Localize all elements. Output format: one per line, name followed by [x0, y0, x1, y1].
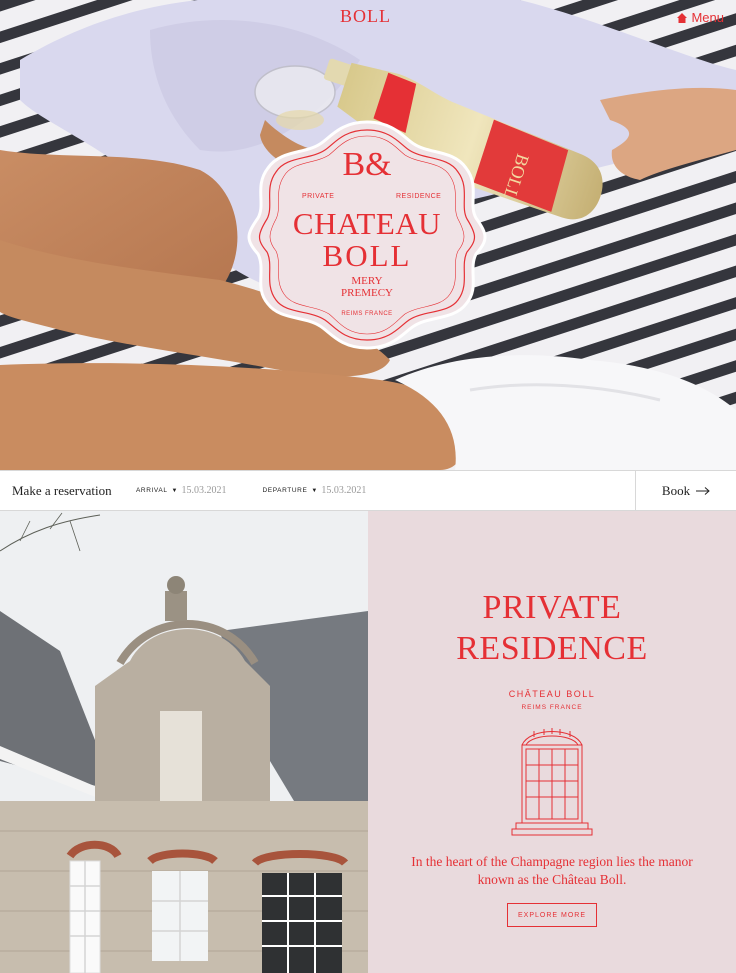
badge-location: REIMS FRANCE — [341, 311, 393, 317]
panel-location: REIMS FRANCE — [521, 704, 583, 711]
chateau-badge: B& PRIVATE RESIDENCE CHATEAU BOLL MERY P… — [244, 120, 490, 350]
private-residence-panel: PRIVATE RESIDENCE CHÂTEAU BOLL REIMS FRA… — [368, 511, 736, 973]
badge-place-line1: MERY — [351, 275, 383, 287]
badge-monogram: B& — [342, 146, 392, 183]
panel-heading-line2: RESIDENCE — [456, 630, 648, 667]
departure-label: DEPARTURE — [262, 487, 308, 494]
departure-value: 15.03.2021 — [321, 485, 367, 496]
badge-place-line2: PREMECY — [341, 286, 393, 299]
panel-heading-line1: PRIVATE — [482, 589, 622, 626]
badge-title-line1: CHATEAU — [292, 206, 442, 241]
badge-label-left: PRIVATE — [302, 193, 335, 200]
menu-button[interactable]: Menu — [677, 10, 724, 25]
panel-subtitle: CHÂTEAU BOLL — [508, 689, 596, 699]
book-button[interactable]: Book — [635, 471, 736, 510]
departure-date-picker[interactable]: DEPARTURE ▼ 15.03.2021 — [263, 485, 367, 496]
manor-photo — [0, 511, 368, 973]
home-icon — [677, 12, 688, 23]
badge-place: MERY PREMECY — [244, 275, 490, 299]
arrival-date-picker[interactable]: ARRIVAL ▼ 15.03.2021 — [136, 485, 227, 496]
explore-more-button[interactable]: EXPLORE MORE — [507, 903, 597, 927]
panel-description: In the heart of the Champagne region lie… — [411, 854, 693, 888]
brand-logo[interactable]: BOLL — [340, 6, 391, 27]
window-illustration-icon — [511, 728, 593, 836]
hero-image: BOLL BOLL Menu B& PRIVATE RESIDENCE CHAT… — [0, 0, 736, 470]
reservation-bar: Make a reservation ARRIVAL ▼ 15.03.2021 … — [0, 470, 736, 511]
arrival-value: 15.03.2021 — [181, 485, 227, 496]
menu-label: Menu — [691, 10, 724, 25]
caret-down-icon: ▼ — [311, 487, 318, 494]
badge-title-line2: BOLL — [322, 238, 412, 273]
book-label: Book — [661, 482, 691, 498]
caret-down-icon: ▼ — [171, 487, 178, 494]
reservation-title: Make a reservation — [12, 482, 112, 498]
manor-photo-scene — [0, 511, 368, 973]
arrival-label: ARRIVAL — [136, 487, 168, 494]
badge-label-right: RESIDENCE — [396, 193, 442, 200]
arrow-right-icon — [696, 486, 710, 495]
